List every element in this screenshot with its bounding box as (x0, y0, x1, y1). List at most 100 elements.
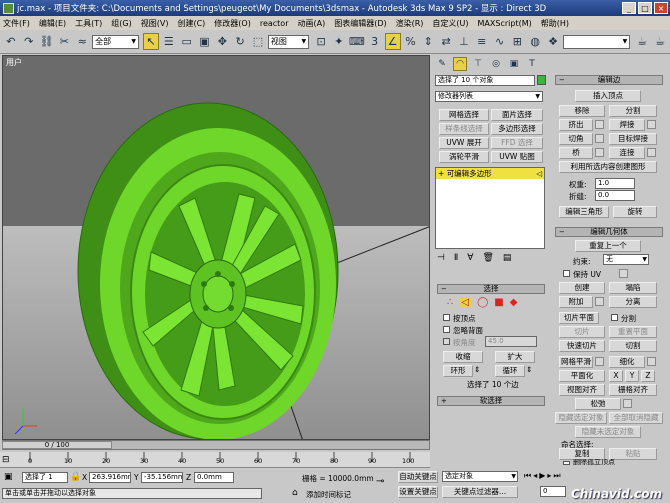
menu-graph-editors[interactable]: 图表编辑器(D) (334, 18, 386, 29)
selection-rollout-header[interactable]: − 选择 (437, 284, 545, 294)
scale-icon[interactable]: ⬚ (250, 33, 266, 50)
goto-start-icon[interactable]: ⏮ (524, 471, 531, 481)
create-tab-icon[interactable]: ✎ (435, 57, 449, 71)
render-setup-icon[interactable]: ❖ (545, 33, 561, 50)
menu-help[interactable]: 帮助(H) (541, 18, 569, 29)
meshsmooth-settings-icon[interactable] (595, 357, 604, 366)
tessellate-settings-icon[interactable] (647, 357, 656, 366)
quick-render-icon[interactable]: ☕ (634, 33, 650, 50)
maxscript-listener-icon[interactable]: ▣ (4, 472, 13, 482)
patch-select-button[interactable]: 面片选择 (491, 109, 543, 121)
ignore-backfacing-checkbox[interactable] (443, 326, 450, 333)
select-manipulate-icon[interactable]: ✦ (331, 33, 347, 50)
planarize-z-button[interactable]: Z (641, 370, 655, 382)
menu-create[interactable]: 创建(C) (177, 18, 205, 29)
extrude-settings-icon[interactable] (595, 120, 604, 129)
menu-file[interactable]: 文件(F) (3, 18, 30, 29)
prev-frame-icon[interactable]: ◂ (533, 471, 537, 481)
schematic-view-icon[interactable]: ⊞ (509, 33, 525, 50)
lock-icon[interactable]: 🔒 (70, 472, 81, 482)
delete-isolated-checkbox[interactable] (563, 461, 570, 465)
grid-align-button[interactable]: 栅格对齐 (609, 384, 657, 396)
element-icon[interactable]: ◆ (510, 297, 518, 308)
turn-button[interactable]: 旋转 (613, 206, 657, 218)
pin-stack-icon[interactable]: ⊣ (437, 253, 445, 263)
selection-filter-dropdown[interactable]: 全部 ▼ (92, 34, 139, 49)
mirror-icon[interactable]: ⇄ (438, 33, 454, 50)
set-key-button[interactable]: 设置关键点 (398, 486, 438, 498)
pivot-center-icon[interactable]: ⊡ (313, 33, 329, 50)
soft-selection-rollout-header[interactable]: + 软选择 (437, 396, 545, 406)
unlink-icon[interactable]: ✂ (56, 33, 72, 50)
crease-spinner[interactable]: 0.0 (595, 190, 635, 201)
keyboard-shortcut-icon[interactable]: ⌨ (349, 33, 365, 50)
detach-button[interactable]: 分离 (609, 296, 657, 308)
edit-triangulation-button[interactable]: 编辑三角形 (559, 206, 609, 218)
current-frame-field[interactable]: 0 (540, 486, 566, 497)
weld-settings-icon[interactable] (647, 120, 656, 129)
poly-select-button[interactable]: 多边形选择 (491, 123, 543, 135)
hide-selected-button[interactable]: 隐藏选定对象 (555, 412, 607, 424)
snap-toggle-icon[interactable]: 3 (367, 33, 383, 50)
menu-modifiers[interactable]: 修改器(O) (214, 18, 251, 29)
menu-group[interactable]: 组(G) (111, 18, 131, 29)
make-unique-icon[interactable]: ∀ (467, 253, 473, 263)
chamfer-settings-icon[interactable] (595, 134, 604, 143)
spinner-snap-icon[interactable]: ⇕ (420, 33, 436, 50)
unhide-all-button[interactable]: 全部取消隐藏 (609, 412, 663, 424)
menu-rendering[interactable]: 渲染(R) (396, 18, 424, 29)
viewport-label[interactable]: 用户 (6, 57, 22, 68)
loop-button[interactable]: 循环 (495, 365, 525, 377)
chamfer-button[interactable]: 切角 (559, 133, 593, 145)
time-tag-icon[interactable]: ⌂ (292, 488, 298, 498)
track-bar[interactable]: ⊟ 0 10 20 30 40 50 60 70 80 90 100 (0, 452, 430, 468)
render-preset-dropdown[interactable]: ▼ (562, 34, 631, 49)
split-checkbox[interactable] (611, 314, 618, 321)
select-object-icon[interactable]: ↖ (142, 33, 159, 50)
motion-tab-icon[interactable]: ◎ (489, 57, 503, 71)
remove-modifier-icon[interactable]: 🗑 (482, 253, 493, 263)
utilities-tab-icon[interactable]: T (525, 57, 539, 71)
meshsmooth-button[interactable]: 网格平滑 (559, 356, 593, 368)
loop-spinner-icon[interactable]: ⇕ (526, 365, 532, 374)
cut-button[interactable]: 切割 (609, 340, 657, 352)
slice-button[interactable]: 切片 (559, 326, 605, 338)
object-color-swatch[interactable] (537, 75, 546, 85)
by-vertex-checkbox[interactable] (443, 314, 450, 321)
edit-edges-rollout-header[interactable]: − 编辑边 (555, 75, 663, 85)
align-icon[interactable]: ⊥ (456, 33, 472, 50)
bridge-settings-icon[interactable] (595, 148, 604, 157)
material-editor-icon[interactable]: ◍ (527, 33, 543, 50)
curve-editor-icon[interactable]: ∿ (492, 33, 508, 50)
render-last-icon[interactable]: ☕ (652, 33, 668, 50)
create-button[interactable]: 创建 (559, 282, 605, 294)
goto-end-icon[interactable]: ⏭ (553, 471, 560, 481)
menu-maxscript[interactable]: MAXScript(M) (478, 19, 532, 28)
ffd-select-button[interactable]: FFD 选择 (491, 137, 543, 149)
angle-spinner[interactable]: 45.0 (485, 336, 537, 347)
hide-unselected-button[interactable]: 隐藏未选定对象 (575, 426, 641, 438)
menu-animation[interactable]: 动画(A) (297, 18, 325, 29)
target-weld-button[interactable]: 目标焊接 (609, 133, 657, 145)
timeline-config-icon[interactable]: ⊟ (2, 455, 10, 465)
connect-settings-icon[interactable] (647, 148, 656, 157)
collapse-button[interactable]: 塌陷 (609, 282, 657, 294)
ref-coord-dropdown[interactable]: 视图 ▼ (267, 34, 310, 49)
tessellate-button[interactable]: 细化 (609, 356, 645, 368)
weld-button[interactable]: 焊接 (609, 119, 645, 131)
show-end-result-icon[interactable]: Ⅱ (454, 253, 458, 263)
preserve-uv-checkbox[interactable] (563, 270, 570, 277)
layer-manager-icon[interactable]: ≡ (474, 33, 490, 50)
shrink-button[interactable]: 收缩 (443, 351, 483, 363)
attach-button[interactable]: 附加 (559, 296, 593, 308)
border-icon[interactable]: ◯ (477, 297, 488, 308)
window-crossing-icon[interactable]: ▣ (197, 33, 213, 50)
polygon-icon[interactable]: ■ (494, 297, 503, 308)
redo-icon[interactable]: ↷ (21, 33, 37, 50)
quickslice-button[interactable]: 快速切片 (559, 340, 605, 352)
uvw-unwrap-button[interactable]: UVW 展开 (439, 137, 489, 149)
uvw-map-button[interactable]: UVW 贴图 (491, 151, 543, 163)
key-filters-button[interactable]: 关键点过滤器... (442, 486, 518, 498)
angle-snap-icon[interactable]: ∠ (384, 33, 401, 50)
relax-settings-icon[interactable] (623, 399, 632, 408)
